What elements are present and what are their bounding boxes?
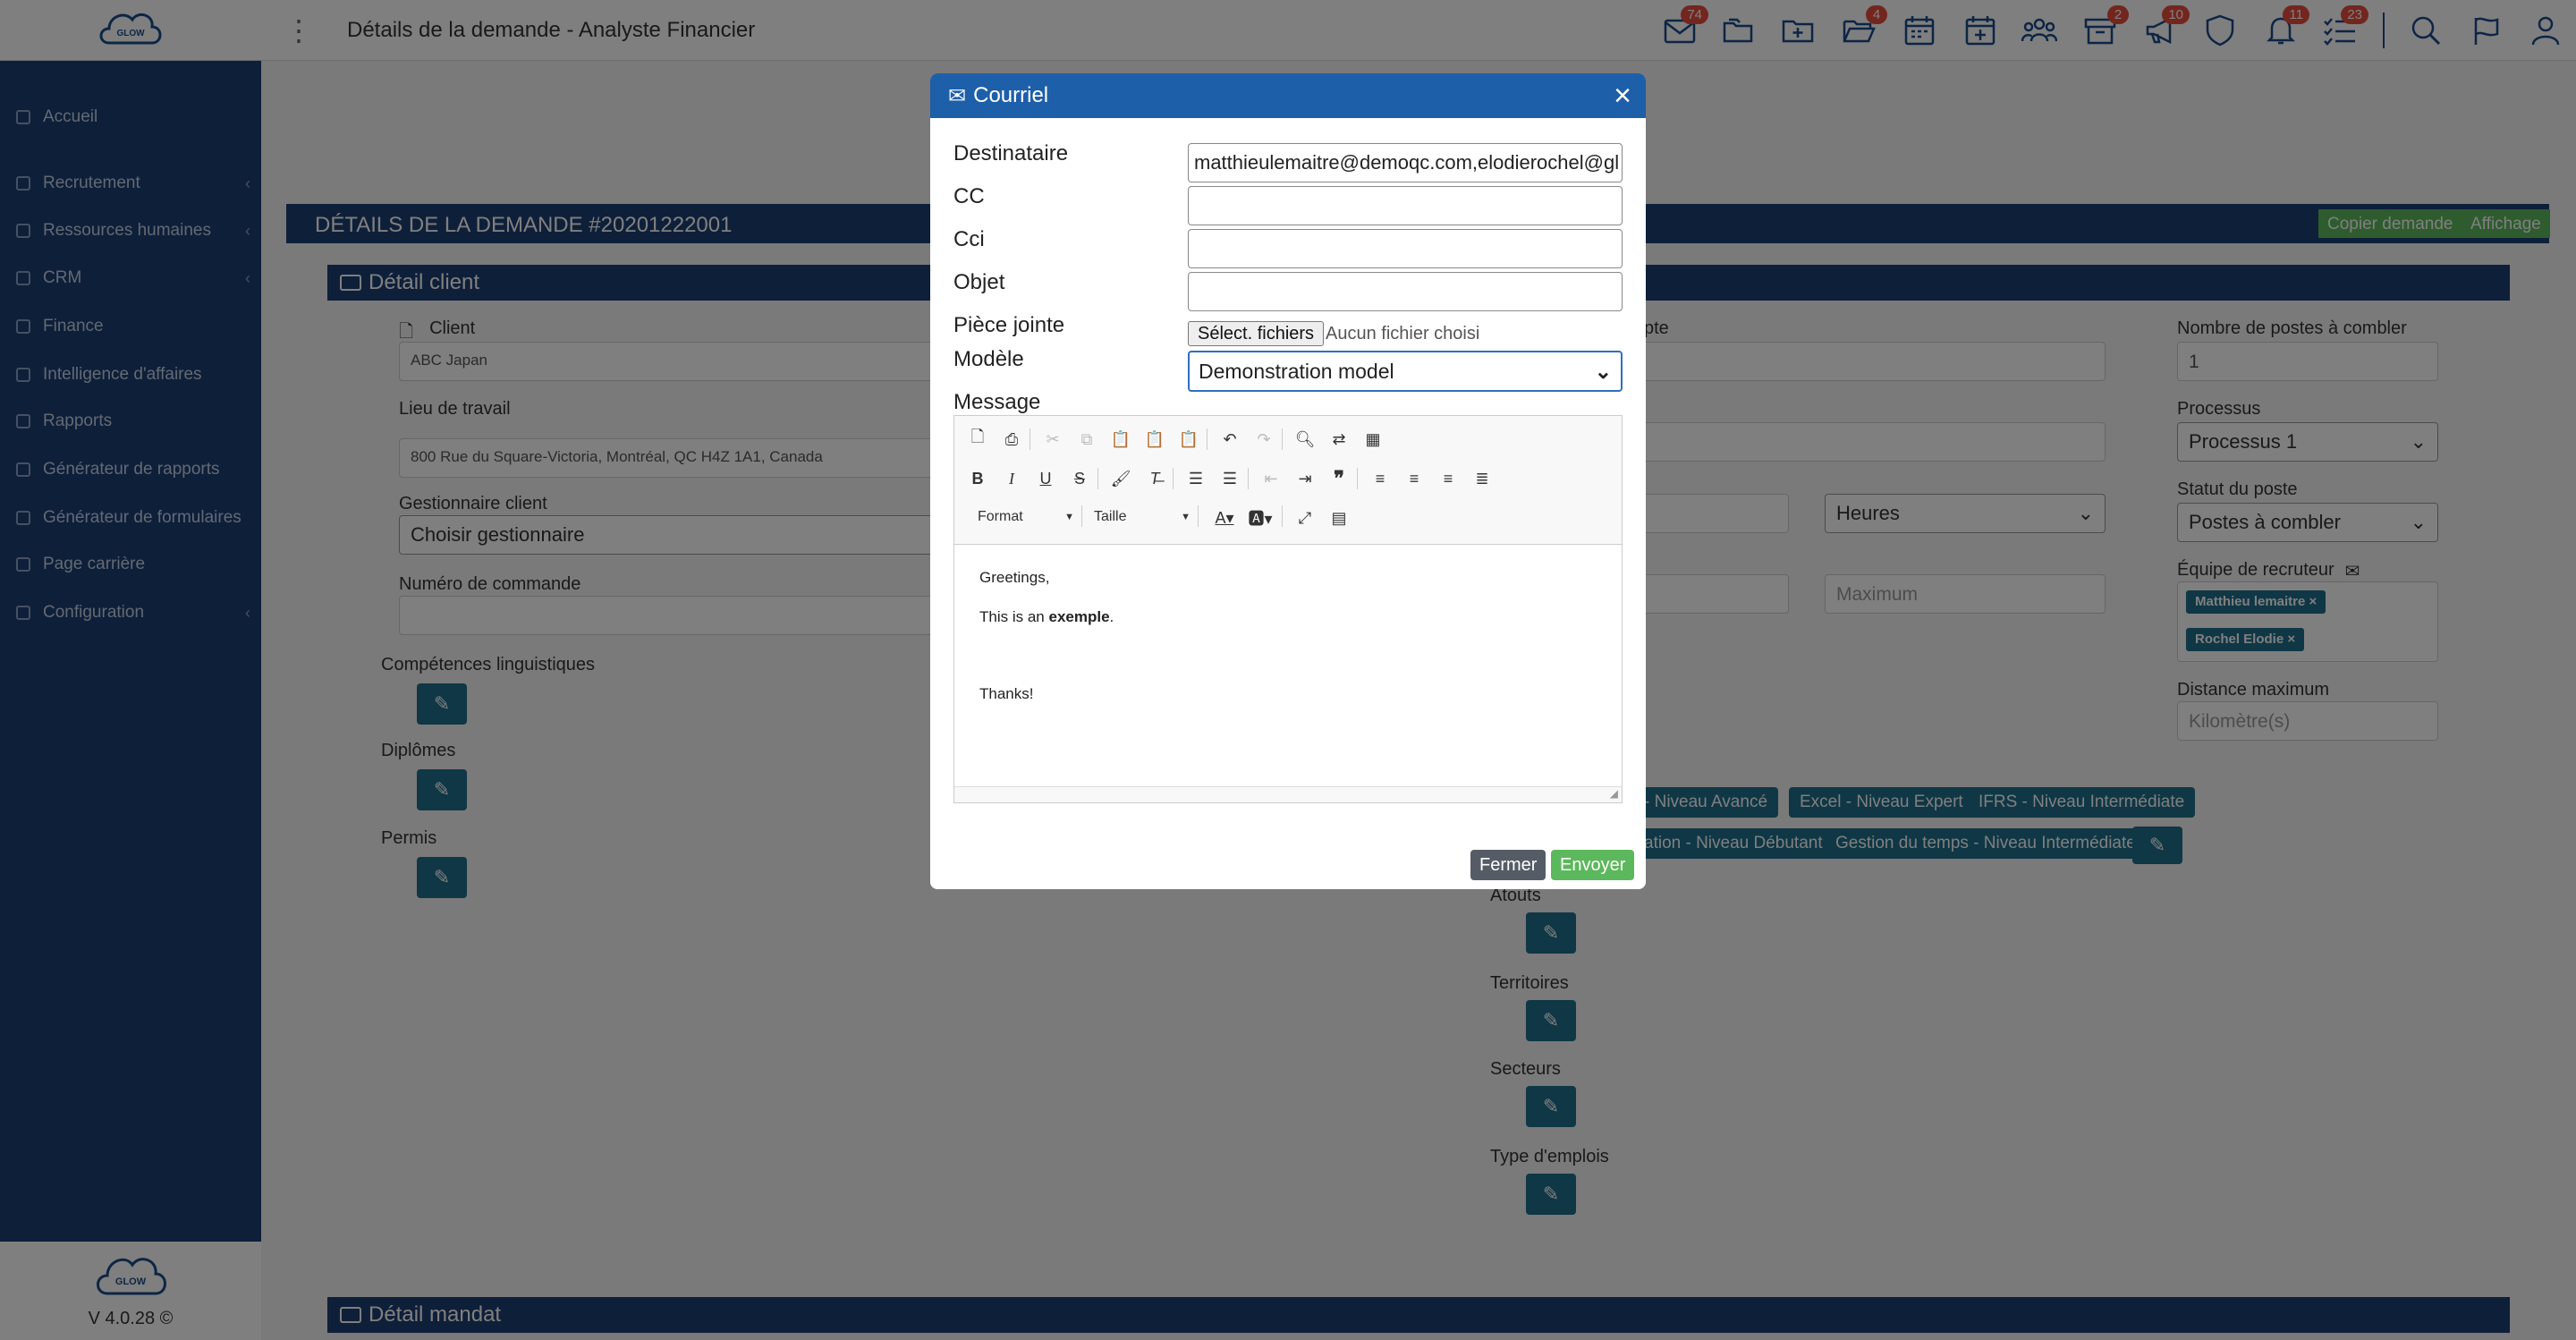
background-color-icon[interactable]: 🅰▾ — [1244, 507, 1276, 529]
undo-icon[interactable]: ↶ — [1219, 428, 1241, 450]
editor-content[interactable]: Greetings, This is an exemple. Thanks! — [979, 568, 1114, 704]
underline-icon[interactable]: U — [1035, 468, 1056, 489]
outdent-icon[interactable]: ⇤ — [1260, 468, 1282, 489]
align-left-icon[interactable]: ≡ — [1369, 468, 1391, 489]
toolbar-separator — [1248, 468, 1249, 489]
recipient-input[interactable]: matthieulemaitre@demoqc.com,elodierochel… — [1188, 143, 1623, 182]
editor-resize-bar[interactable]: ◢ — [954, 786, 1622, 802]
subject-label: Objet — [953, 270, 1005, 294]
blockquote-icon[interactable]: ❞ — [1328, 467, 1350, 489]
caret-down-icon: ▼ — [1064, 512, 1074, 522]
chevron-down-icon: ⌄ — [1594, 359, 1612, 383]
bulleted-list-icon[interactable]: ☰ — [1219, 468, 1241, 489]
size-dropdown[interactable]: Taille ▼ — [1094, 505, 1191, 529]
preview-icon[interactable]: 🗋 — [967, 428, 988, 450]
template-label: Modèle — [953, 347, 1024, 371]
no-file-text: Aucun fichier choisi — [1326, 324, 1480, 343]
align-justify-icon[interactable]: ≣ — [1471, 468, 1493, 489]
bold-icon[interactable]: B — [967, 468, 988, 489]
modal-title: Courriel — [973, 83, 1049, 107]
toolbar-separator — [1173, 468, 1174, 489]
remove-format-icon[interactable]: T̶ — [1144, 468, 1165, 489]
editor-toolbar: 🗋 ⎙ ✂ ⧉ 📋 📋 📋 ↶ ↷ 🔍︎ ⇄ ▦ B I U S 🖌 T̶ ☰ … — [954, 416, 1622, 545]
toolbar-separator — [1081, 505, 1082, 527]
italic-icon[interactable]: I — [1001, 468, 1022, 489]
body-line: This is an exemple. — [979, 608, 1114, 625]
paste-text-icon[interactable]: 📋 — [1144, 428, 1165, 450]
select-all-icon[interactable]: ▦ — [1362, 428, 1384, 450]
maximize-icon[interactable]: ⤢ — [1294, 507, 1316, 529]
paste-word-icon[interactable]: 📋 — [1178, 428, 1199, 450]
close-button[interactable]: Fermer — [1470, 850, 1546, 880]
print-icon[interactable]: ⎙ — [1001, 428, 1022, 450]
message-label: Message — [953, 390, 1041, 414]
close-icon[interactable]: × — [1614, 79, 1631, 113]
numbered-list-icon[interactable]: ☰ — [1185, 468, 1207, 489]
greeting-line: Greetings, — [979, 569, 1050, 586]
modal-header: ✉ Courriel × — [930, 73, 1646, 118]
toolbar-separator — [1207, 428, 1208, 450]
paste-icon[interactable]: 📋 — [1110, 428, 1131, 450]
replace-icon[interactable]: ⇄ — [1328, 428, 1350, 450]
bcc-label: Cci — [953, 227, 985, 251]
attachment-label: Pièce jointe — [953, 313, 1065, 337]
find-icon[interactable]: 🔍︎ — [1294, 428, 1316, 450]
bcc-input[interactable] — [1188, 229, 1623, 268]
redo-icon[interactable]: ↷ — [1253, 428, 1275, 450]
cc-input[interactable] — [1188, 186, 1623, 225]
subject-input[interactable] — [1188, 272, 1623, 311]
recipient-label: Destinataire — [953, 141, 1069, 165]
format-dropdown[interactable]: Format ▼ — [978, 505, 1074, 529]
toolbar-separator — [1357, 468, 1358, 489]
cut-icon[interactable]: ✂ — [1042, 428, 1063, 450]
closing-line: Thanks! — [979, 685, 1034, 702]
template-select[interactable]: Demonstration model ⌄ — [1188, 351, 1623, 392]
toolbar-separator — [1282, 505, 1283, 527]
caret-down-icon: ▼ — [1181, 512, 1191, 522]
resize-handle-icon[interactable]: ◢ — [1610, 787, 1618, 800]
align-right-icon[interactable]: ≡ — [1437, 468, 1459, 489]
copy-icon[interactable]: ⧉ — [1076, 428, 1097, 450]
envelope-icon: ✉ — [948, 83, 967, 108]
toolbar-separator — [1097, 468, 1098, 489]
toolbar-separator — [1282, 428, 1283, 450]
email-modal: ✉ Courriel × Destinataire matthieulemait… — [930, 73, 1646, 889]
cc-label: CC — [953, 184, 985, 208]
toolbar-separator — [1198, 505, 1199, 527]
strikethrough-icon[interactable]: S — [1069, 468, 1090, 489]
send-button[interactable]: Envoyer — [1551, 850, 1635, 880]
select-files-button[interactable]: Sélect. fichiers — [1188, 321, 1325, 346]
text-color-icon[interactable]: A▾ — [1208, 507, 1241, 529]
align-center-icon[interactable]: ≡ — [1403, 468, 1425, 489]
copy-format-icon[interactable]: 🖌 — [1110, 468, 1131, 489]
indent-icon[interactable]: ⇥ — [1294, 468, 1316, 489]
rich-text-editor[interactable]: 🗋 ⎙ ✂ ⧉ 📋 📋 📋 ↶ ↷ 🔍︎ ⇄ ▦ B I U S 🖌 T̶ ☰ … — [953, 415, 1623, 803]
show-blocks-icon[interactable]: ▤ — [1328, 507, 1350, 529]
